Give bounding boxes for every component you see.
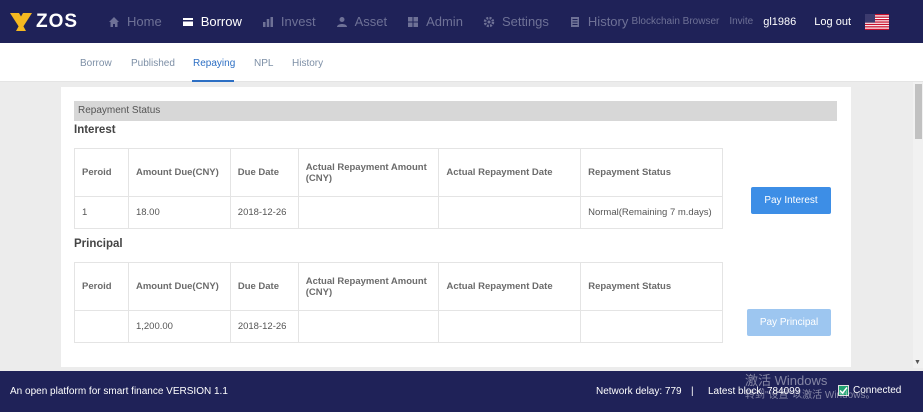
cell-actual-amount bbox=[297, 310, 440, 343]
latest-block-value: 784099 bbox=[766, 386, 801, 397]
header-actual-amount: Actual Repayment Amount (CNY) bbox=[297, 148, 440, 197]
nav-asset-label: Asset bbox=[354, 14, 388, 29]
interest-table: Peroid Amount Due(CNY) Due Date Actual R… bbox=[74, 148, 723, 229]
network-delay: Network delay: 779 bbox=[596, 386, 682, 397]
username[interactable]: gl1986 bbox=[763, 16, 796, 28]
latest-block-label: Latest block: bbox=[708, 386, 765, 397]
footer-separator: | bbox=[691, 386, 694, 397]
nav-invest[interactable]: Invest bbox=[262, 14, 316, 29]
header-right-links: Blockchain Browser Invite gl1986 Log out bbox=[632, 0, 923, 43]
table-row: 1 18.00 2018-12-26 Normal(Remaining 7 m.… bbox=[74, 196, 723, 229]
header-actual-amount: Actual Repayment Amount (CNY) bbox=[297, 262, 440, 311]
connected-label: Connected bbox=[853, 385, 902, 396]
subtab-borrow[interactable]: Borrow bbox=[80, 58, 112, 69]
cell-amount-due: 18.00 bbox=[127, 196, 231, 229]
interest-title: Interest bbox=[74, 124, 116, 136]
header-due-date: Due Date bbox=[229, 262, 299, 311]
platform-text: An open platform for smart finance VERSI… bbox=[10, 386, 228, 397]
subtab-history[interactable]: History bbox=[292, 58, 323, 69]
subtab-repaying[interactable]: Repaying bbox=[193, 58, 235, 69]
footer-bar: An open platform for smart finance VERSI… bbox=[0, 371, 923, 412]
header-actual-date: Actual Repayment Date bbox=[438, 262, 582, 311]
logo[interactable]: ZOS bbox=[10, 11, 78, 33]
nav-invest-label: Invest bbox=[280, 14, 316, 29]
sub-tabs: Borrow Published Repaying NPL History bbox=[0, 43, 923, 82]
top-nav-bar: ZOS Home Borrow Invest Asset Admin Setti… bbox=[0, 0, 923, 43]
pay-principal-button[interactable]: Pay Principal bbox=[747, 309, 831, 336]
nav-settings-label: Settings bbox=[501, 14, 549, 29]
repayment-card: Repayment Status Interest Peroid Amount … bbox=[61, 87, 851, 367]
header-repayment-status: Repayment Status bbox=[580, 262, 723, 311]
subtab-published[interactable]: Published bbox=[131, 58, 175, 69]
home-icon bbox=[109, 16, 119, 27]
table-header-row: Peroid Amount Due(CNY) Due Date Actual R… bbox=[74, 262, 723, 311]
blockchain-browser-link[interactable]: Blockchain Browser bbox=[632, 16, 720, 27]
nav-admin[interactable]: Admin bbox=[407, 14, 463, 29]
cell-repayment-status: Normal(Remaining 7 m.days) bbox=[580, 196, 723, 229]
scroll-down-arrow-icon[interactable]: ▼ bbox=[914, 359, 921, 366]
nav-admin-label: Admin bbox=[426, 14, 463, 29]
logout-link[interactable]: Log out bbox=[814, 16, 851, 28]
scroll-thumb[interactable] bbox=[915, 84, 922, 139]
network-delay-value: 779 bbox=[664, 386, 682, 397]
connection-status: Connected bbox=[838, 385, 901, 396]
invest-icon bbox=[262, 16, 273, 27]
nav-history[interactable]: History bbox=[569, 14, 628, 29]
nav-borrow[interactable]: Borrow bbox=[182, 14, 242, 29]
main-nav: Home Borrow Invest Asset Admin Settings … bbox=[108, 0, 648, 43]
table-header-row: Peroid Amount Due(CNY) Due Date Actual R… bbox=[74, 148, 723, 197]
history-icon bbox=[570, 16, 579, 27]
us-flag-icon[interactable] bbox=[865, 13, 889, 30]
connected-check-icon bbox=[838, 385, 849, 396]
gear-icon bbox=[483, 16, 495, 27]
repayment-status-bar: Repayment Status bbox=[74, 101, 837, 121]
header-repayment-status: Repayment Status bbox=[580, 148, 723, 197]
subtab-npl[interactable]: NPL bbox=[254, 58, 273, 69]
cell-period: 1 bbox=[74, 196, 129, 229]
asset-icon bbox=[336, 16, 347, 27]
borrow-icon bbox=[182, 17, 193, 26]
logo-text: ZOS bbox=[36, 11, 79, 32]
admin-icon bbox=[408, 16, 419, 27]
nav-history-label: History bbox=[587, 14, 629, 29]
header-due-date: Due Date bbox=[229, 148, 299, 197]
nav-settings[interactable]: Settings bbox=[483, 14, 549, 29]
latest-block: Latest block: 784099 bbox=[708, 386, 800, 397]
cell-repayment-status bbox=[580, 310, 723, 343]
cell-actual-amount bbox=[297, 196, 440, 229]
nav-home-label: Home bbox=[127, 14, 162, 29]
nav-home[interactable]: Home bbox=[108, 14, 162, 29]
network-delay-label: Network delay: bbox=[596, 386, 663, 397]
cell-actual-date bbox=[438, 310, 582, 343]
header-amount-due: Amount Due(CNY) bbox=[127, 262, 231, 311]
cell-due-date: 2018-12-26 bbox=[229, 196, 299, 229]
cell-amount-due: 1,200.00 bbox=[127, 310, 231, 343]
nav-asset[interactable]: Asset bbox=[336, 14, 388, 29]
table-row: 1,200.00 2018-12-26 bbox=[74, 310, 723, 343]
header-amount-due: Amount Due(CNY) bbox=[127, 148, 231, 197]
cell-due-date: 2018-12-26 bbox=[229, 310, 299, 343]
header-actual-date: Actual Repayment Date bbox=[438, 148, 582, 197]
zos-logo-icon bbox=[10, 13, 32, 31]
header-period: Peroid bbox=[74, 148, 129, 197]
header-period: Peroid bbox=[74, 262, 129, 311]
invite-link[interactable]: Invite bbox=[729, 16, 753, 27]
cell-actual-date bbox=[438, 196, 582, 229]
principal-title: Principal bbox=[74, 238, 123, 250]
active-tab-indicator bbox=[192, 80, 234, 82]
principal-table: Peroid Amount Due(CNY) Due Date Actual R… bbox=[74, 262, 723, 343]
page-scrollbar[interactable]: ▼ bbox=[913, 82, 923, 368]
cell-period bbox=[74, 310, 129, 343]
nav-borrow-label: Borrow bbox=[200, 14, 242, 29]
pay-interest-button[interactable]: Pay Interest bbox=[751, 187, 831, 214]
